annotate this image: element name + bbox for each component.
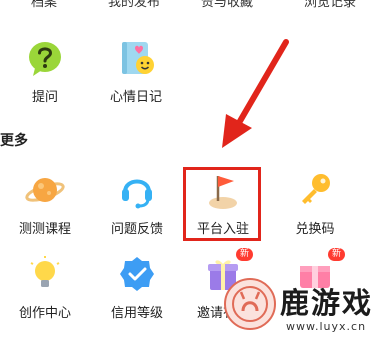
top-item-history[interactable]: 浏览记录 <box>304 0 356 10</box>
watermark-url: www.luyx.cn <box>286 320 367 333</box>
watermark-title: 鹿游戏 <box>280 286 374 320</box>
mood-diary-icon <box>116 38 156 78</box>
highlight-box <box>183 167 261 241</box>
tile-credit-level-label: 信用等级 <box>110 306 163 321</box>
shield-check-icon <box>117 254 157 294</box>
tile-creator-center[interactable]: 创作中心 <box>0 254 90 321</box>
planet-icon <box>25 170 65 210</box>
tile-question[interactable]: 提问 <box>0 38 90 105</box>
question-icon <box>25 38 65 78</box>
tile-creator-center-label: 创作中心 <box>18 306 71 321</box>
tile-test-course-label: 测测课程 <box>18 222 71 237</box>
lightbulb-icon <box>25 254 65 294</box>
top-row: 档案 我的发布 赞与收藏 浏览记录 <box>0 0 392 11</box>
watermark: 鹿游戏 www.luyx.cn <box>224 276 392 343</box>
headset-icon <box>117 170 157 210</box>
tile-redeem-code-label: 兑换码 <box>295 222 335 237</box>
new-badge: 新 <box>327 248 345 261</box>
top-item-archive[interactable]: 档案 <box>31 0 57 10</box>
tile-feedback-label: 问题反馈 <box>110 222 163 237</box>
tile-mood-diary-label: 心情日记 <box>109 90 162 105</box>
section-title-more: 更多 <box>0 133 28 149</box>
tile-mood-diary[interactable]: 心情日记 <box>91 38 181 105</box>
tile-test-course[interactable]: 测测课程 <box>0 170 90 237</box>
new-badge: 新 <box>235 248 253 261</box>
tile-feedback[interactable]: 问题反馈 <box>92 170 182 237</box>
top-item-my-posts[interactable]: 我的发布 <box>108 0 160 10</box>
tile-redeem-code[interactable]: 兑换码 <box>270 170 360 237</box>
watermark-logo-icon <box>224 278 276 330</box>
top-item-likes[interactable]: 赞与收藏 <box>201 0 253 10</box>
tile-credit-level[interactable]: 信用等级 <box>92 254 182 321</box>
tile-question-label: 提问 <box>31 90 58 105</box>
key-icon <box>295 170 335 210</box>
